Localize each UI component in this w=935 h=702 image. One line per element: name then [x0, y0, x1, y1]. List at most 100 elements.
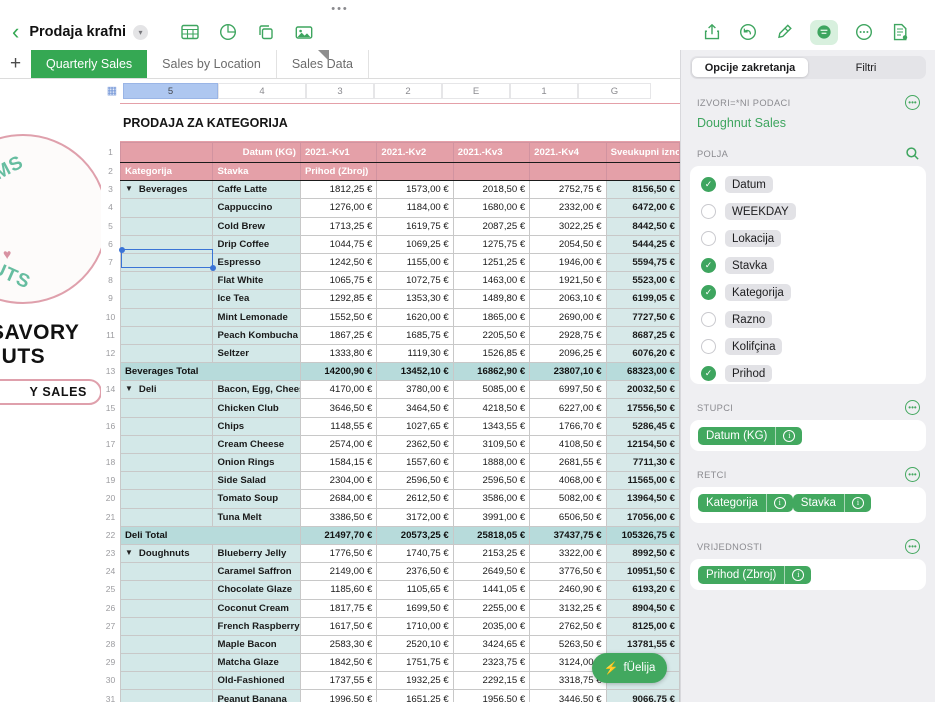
category-cell[interactable]	[121, 290, 213, 308]
pivot-data-row[interactable]: Chicken Club3646,50 €3464,50 €4218,50 €6…	[121, 399, 680, 417]
value-cell[interactable]: 6506,50 €	[530, 508, 606, 526]
value-cell[interactable]: 2376,50 €	[377, 563, 453, 581]
value-cell[interactable]: 1065,75 €	[300, 272, 376, 290]
field-row[interactable]: WEEKDAY	[690, 198, 926, 225]
spreadsheet-canvas[interactable]: ▦ 5 4 3 2 E 1 G 1 2 3 4 5 6 7 8 9 10 11 …	[101, 79, 680, 702]
category-cell[interactable]	[121, 344, 213, 362]
undo-icon[interactable]	[738, 22, 758, 42]
value-cell[interactable]: 1685,75 €	[377, 326, 453, 344]
row-number[interactable]: 16	[101, 417, 120, 435]
value-cell[interactable]: 4068,00 €	[530, 472, 606, 490]
pivot-data-row[interactable]: Side Salad2304,00 €2596,50 €2596,50 €406…	[121, 472, 680, 490]
field-row[interactable]: ✓Prihod	[690, 360, 926, 384]
item-cell[interactable]: Ice Tea	[213, 290, 300, 308]
pivot-data-row[interactable]: Mint Lemonade1552,50 €1620,00 €1865,00 €…	[121, 308, 680, 326]
pivot-data-row[interactable]: Cream Cheese2574,00 €2362,50 €3109,50 €4…	[121, 435, 680, 453]
category-cell[interactable]	[121, 563, 213, 581]
value-cell[interactable]: 5082,00 €	[530, 490, 606, 508]
row-number[interactable]: 10	[101, 308, 120, 326]
value-cell[interactable]: 1027,65 €	[377, 417, 453, 435]
row-number[interactable]: 1	[101, 142, 120, 162]
category-cell[interactable]	[121, 235, 213, 253]
item-cell[interactable]: Bacon, Egg, Cheese	[213, 381, 300, 399]
pivot-data-row[interactable]: Espresso1242,50 €1155,00 €1251,25 €1946,…	[121, 253, 680, 271]
row-number[interactable]: 20	[101, 489, 120, 507]
value-cell[interactable]: 1242,50 €	[300, 253, 376, 271]
category-cell[interactable]	[121, 217, 213, 235]
category-cell[interactable]	[121, 581, 213, 599]
column-header-2[interactable]: 2	[374, 83, 442, 99]
value-cell[interactable]: 1276,00 €	[300, 199, 376, 217]
checkmark-icon[interactable]: ✓	[701, 258, 716, 273]
value-cell[interactable]: 2323,75 €	[453, 654, 529, 672]
pivot-data-row[interactable]: Tomato Soup2684,00 €2612,50 €3586,00 €50…	[121, 490, 680, 508]
value-cell[interactable]: 2574,00 €	[300, 435, 376, 453]
row-total-cell[interactable]: 8992,50 €	[606, 544, 679, 562]
row-number[interactable]: 3	[101, 180, 120, 198]
fields-list[interactable]: ✓DatumWEEKDAYLokacija✓Stavka✓KategorijaR…	[690, 166, 926, 384]
pivot-data-row[interactable]: Ice Tea1292,85 €1353,30 €1489,80 €2063,1…	[121, 290, 680, 308]
pivot-data-row[interactable]: Maple Bacon2583,30 €2520,10 €3424,65 €52…	[121, 635, 680, 653]
row-total-cell[interactable]: 9066,75 €	[606, 690, 679, 702]
more-circle-icon[interactable]: •••	[905, 400, 920, 415]
columns-list[interactable]: Datum (KG)i	[690, 420, 926, 451]
value-cell[interactable]: 1343,55 €	[453, 417, 529, 435]
row-number[interactable]: 9	[101, 289, 120, 307]
share-icon[interactable]	[702, 22, 722, 42]
disclosure-triangle-icon[interactable]: ▼	[125, 384, 133, 393]
value-cell[interactable]: 2292,15 €	[453, 672, 529, 690]
row-number[interactable]: 28	[101, 635, 120, 653]
pivot-data-row[interactable]: Seltzer1333,80 €1119,30 €1526,85 €2096,2…	[121, 344, 680, 362]
value-cell[interactable]: 2087,25 €	[453, 217, 529, 235]
row-total-cell[interactable]: 7727,50 €	[606, 308, 679, 326]
pivot-data-row[interactable]: Onion Rings1584,15 €1557,60 €1888,00 €26…	[121, 454, 680, 472]
field-row[interactable]: Kolifçina	[690, 333, 926, 360]
info-icon[interactable]: i	[784, 566, 811, 584]
value-cell[interactable]: 2596,50 €	[377, 472, 453, 490]
value-cell[interactable]: 1044,75 €	[300, 235, 376, 253]
pivot-data-row[interactable]: Cappuccino1276,00 €1184,00 €1680,00 €233…	[121, 199, 680, 217]
column-header-1[interactable]: 1	[510, 83, 578, 99]
info-icon[interactable]: i	[844, 494, 871, 512]
row-total-cell[interactable]: 11565,00 €	[606, 472, 679, 490]
pivot-data-row[interactable]: Tuna Melt3386,50 €3172,00 €3991,00 €6506…	[121, 508, 680, 526]
value-cell[interactable]: 3109,50 €	[453, 435, 529, 453]
item-cell[interactable]: Chocolate Glaze	[213, 581, 300, 599]
row-number[interactable]: 19	[101, 471, 120, 489]
row-total-cell[interactable]: 5286,45 €	[606, 417, 679, 435]
checkmark-icon[interactable]: ✓	[701, 366, 716, 381]
value-cell[interactable]: 3132,25 €	[530, 599, 606, 617]
value-cell[interactable]: 1275,75 €	[453, 235, 529, 253]
item-cell[interactable]: Blueberry Jelly	[213, 544, 300, 562]
value-cell[interactable]: 1155,00 €	[377, 253, 453, 271]
value-cell[interactable]: 2304,00 €	[300, 472, 376, 490]
row-number[interactable]: 12	[101, 344, 120, 362]
value-cell[interactable]: 6997,50 €	[530, 381, 606, 399]
item-cell[interactable]: Peach Kombucha	[213, 326, 300, 344]
pivot-data-row[interactable]: Caramel Saffron2149,00 €2376,50 €2649,50…	[121, 563, 680, 581]
item-cell[interactable]: Old-Fashioned	[213, 672, 300, 690]
category-cell[interactable]: ▼Beverages	[121, 181, 213, 199]
value-cell[interactable]: 1557,60 €	[377, 454, 453, 472]
row-field-pill[interactable]: Stavkai	[793, 494, 871, 512]
value-cell[interactable]: 3322,00 €	[530, 544, 606, 562]
value-cell[interactable]: 2362,50 €	[377, 435, 453, 453]
row-total-cell[interactable]: 5444,25 €	[606, 235, 679, 253]
value-cell[interactable]: 2149,00 €	[300, 563, 376, 581]
checkmark-icon[interactable]: ✓	[701, 285, 716, 300]
tab-filters[interactable]: Filtri	[808, 58, 924, 77]
column-field-pill[interactable]: Datum (KG)i	[698, 427, 802, 445]
value-cell[interactable]: 6227,00 €	[530, 399, 606, 417]
pivot-data-row[interactable]: ▼BeveragesCaffe Latte1812,25 €1573,00 €2…	[121, 181, 680, 199]
value-cell[interactable]: 1184,00 €	[377, 199, 453, 217]
value-cell[interactable]: 4218,50 €	[453, 399, 529, 417]
value-cell[interactable]: 1251,25 €	[453, 253, 529, 271]
value-cell[interactable]: 1185,60 €	[300, 581, 376, 599]
sheet-tab-quarterly-sales[interactable]: Quarterly Sales	[31, 50, 147, 78]
pivot-data-row[interactable]: French Raspberry1617,50 €1710,00 €2035,0…	[121, 617, 680, 635]
rows-list[interactable]: KategorijaiStavkai	[690, 487, 926, 523]
category-cell[interactable]	[121, 253, 213, 271]
pivot-data-row[interactable]: Cold Brew1713,25 €1619,75 €2087,25 €3022…	[121, 217, 680, 235]
row-total-cell[interactable]: 8687,25 €	[606, 326, 679, 344]
value-cell[interactable]: 2681,55 €	[530, 454, 606, 472]
